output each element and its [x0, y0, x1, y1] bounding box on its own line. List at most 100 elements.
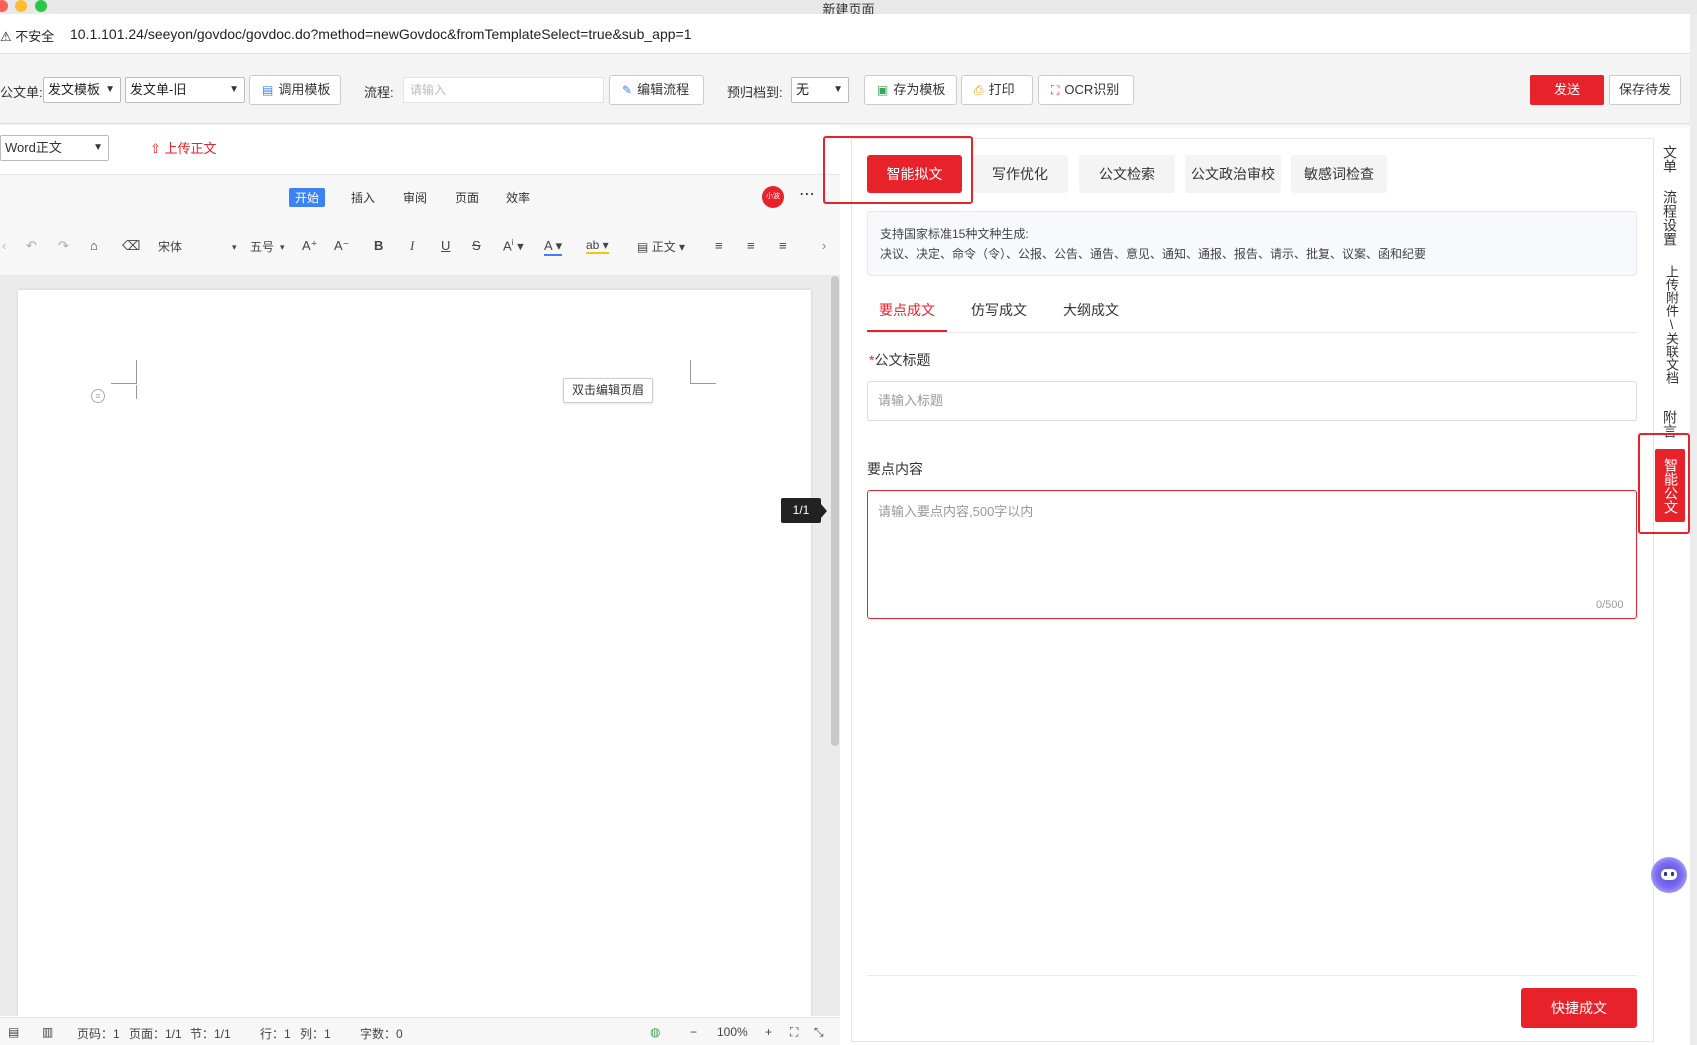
- tab-page[interactable]: 页面: [449, 188, 485, 207]
- header-edit-tip: 双击编辑页眉: [563, 378, 653, 403]
- archive-value: 无: [796, 82, 810, 97]
- editor-scrollbar[interactable]: [831, 276, 839, 746]
- side-tab-flow-settings[interactable]: 流程设置: [1659, 190, 1681, 246]
- strikethrough-icon[interactable]: S: [472, 238, 481, 253]
- more-icon[interactable]: ⋯: [794, 184, 820, 210]
- ocr-label: OCR识别: [1064, 82, 1120, 97]
- side-tab-form[interactable]: 文单: [1659, 145, 1681, 173]
- flow-input[interactable]: 请输入: [403, 77, 604, 103]
- security-warning[interactable]: ⚠ 不安全: [0, 26, 54, 45]
- tab-insert[interactable]: 插入: [345, 188, 381, 207]
- template-icon: ▤: [262, 83, 274, 97]
- tab-efficiency[interactable]: 效率: [500, 188, 536, 207]
- tab-imitate[interactable]: 仿写成文: [959, 299, 1039, 333]
- security-warning-label: 不安全: [15, 29, 55, 44]
- chevron-down-icon[interactable]: ▾: [280, 242, 285, 253]
- outline-icon[interactable]: ▤: [8, 1025, 19, 1039]
- browser-right-edge: [1690, 14, 1697, 1045]
- chevron-down-icon: ▼: [229, 84, 239, 95]
- style-icon: ▤: [637, 240, 649, 254]
- status-section: 节：1/1: [190, 1027, 231, 1041]
- document-page[interactable]: ≡: [18, 290, 811, 1030]
- page-indicator-arrow: [821, 504, 827, 518]
- robot-face: [1661, 869, 1677, 880]
- title-input[interactable]: 请输入标题: [867, 381, 1637, 421]
- save-pending-button[interactable]: 保存待发: [1609, 75, 1681, 105]
- font-color-icon[interactable]: A ▾: [544, 238, 563, 256]
- call-template-button[interactable]: ▤ 调用模板: [249, 75, 341, 105]
- eraser-icon[interactable]: ⌫: [122, 238, 140, 254]
- scroll-left-icon[interactable]: ‹: [2, 238, 6, 253]
- font-name-select[interactable]: 宋体: [158, 238, 182, 255]
- print-label: 打印: [988, 82, 1015, 97]
- zoom-level[interactable]: 100%: [717, 1025, 748, 1039]
- paragraph-style-select[interactable]: ▤ 正文 ▾: [637, 238, 685, 255]
- ai-assistant-icon[interactable]: [1651, 857, 1687, 893]
- tab-key-points[interactable]: 要点成文: [867, 299, 947, 332]
- print-button[interactable]: ⎙ 打印: [961, 75, 1033, 105]
- paragraph-handle-icon[interactable]: ≡: [91, 389, 105, 403]
- zoom-out-icon[interactable]: −: [690, 1025, 697, 1039]
- underline-icon[interactable]: U: [441, 238, 450, 253]
- format-painter-icon[interactable]: ⌂: [90, 238, 98, 253]
- undo-icon[interactable]: ↶: [26, 238, 37, 254]
- archive-label: 预归档到:: [727, 85, 783, 100]
- doc-type-value: 发文模板: [48, 82, 101, 97]
- sync-status-icon[interactable]: ◍: [650, 1025, 660, 1039]
- body-type-select[interactable]: Word正文 ▼: [0, 135, 109, 161]
- flow-label: 流程:: [364, 85, 394, 100]
- doc-type-select[interactable]: 发文模板 ▼: [43, 77, 121, 103]
- tab-doc-search[interactable]: 公文检索: [1079, 155, 1175, 193]
- tab-outline[interactable]: 大纲成文: [1051, 299, 1131, 333]
- doc-label: 公文单:: [0, 85, 43, 100]
- side-tab-attachments[interactable]: 上传附件\关联文档: [1659, 265, 1681, 384]
- tab-review[interactable]: 审阅: [397, 188, 433, 207]
- url-text[interactable]: 10.1.101.24/seeyon/govdoc/govdoc.do?meth…: [70, 26, 691, 42]
- upload-body-link[interactable]: ⇧ 上传正文: [150, 138, 217, 157]
- redo-icon[interactable]: ↷: [58, 238, 69, 254]
- address-bar[interactable]: ⚠ 不安全 10.1.101.24/seeyon/govdoc/govdoc.d…: [0, 14, 1697, 54]
- points-textarea[interactable]: 请输入要点内容,500字以内: [867, 490, 1637, 619]
- chevron-down-icon[interactable]: ▾: [232, 242, 237, 253]
- info-line-2: 决议、决定、命令（令）、公报、公告、通告、意见、通知、通报、报告、请示、批复、议…: [880, 247, 1427, 261]
- scroll-right-icon[interactable]: ›: [822, 238, 826, 253]
- tab-start[interactable]: 开始: [289, 188, 326, 207]
- edit-flow-button[interactable]: ✎ 编辑流程: [609, 75, 704, 105]
- doc-form-value: 发文单-旧: [130, 82, 187, 97]
- fullscreen-icon[interactable]: ⤡: [814, 1025, 824, 1040]
- tab-sensitive-check[interactable]: 敏感词检查: [1291, 155, 1387, 193]
- save-template-button[interactable]: ▣ 存为模板: [864, 75, 957, 105]
- archive-select[interactable]: 无 ▼: [791, 77, 849, 103]
- tab-writing-optimize[interactable]: 写作优化: [972, 155, 1068, 193]
- doc-form-select[interactable]: 发文单-旧 ▼: [125, 77, 245, 103]
- align-left-icon[interactable]: ≡: [715, 238, 723, 253]
- shrink-font-icon[interactable]: A⁻: [334, 238, 350, 254]
- panel-footer-divider: [867, 975, 1637, 976]
- chevron-down-icon: ▼: [93, 142, 103, 153]
- highlight-icon[interactable]: ab ▾: [586, 238, 609, 254]
- avatar[interactable]: 小波: [762, 186, 784, 208]
- send-button[interactable]: 发送: [1530, 75, 1604, 105]
- superscript-icon[interactable]: Ai ▾: [503, 238, 524, 254]
- doc-type-info: 支持国家标准15种文种生成: 决议、决定、命令（令）、公报、公告、通告、意见、通…: [867, 211, 1637, 276]
- window-titlebar: 新建页面: [0, 0, 1697, 17]
- margin-mark-top-left: [111, 360, 137, 384]
- quick-compose-button[interactable]: 快捷成文: [1521, 988, 1637, 1028]
- ocr-button[interactable]: ⛶ OCR识别: [1038, 75, 1134, 105]
- grow-font-icon[interactable]: A⁺: [302, 238, 318, 254]
- info-line-1: 支持国家标准15种文种生成:: [880, 227, 1029, 241]
- fit-page-icon[interactable]: ⛶: [790, 1025, 798, 1040]
- status-col: 列：1: [300, 1027, 331, 1041]
- align-center-icon[interactable]: ≡: [747, 238, 755, 253]
- status-pages: 页面：1/1: [129, 1027, 182, 1041]
- italic-icon[interactable]: I: [410, 238, 414, 254]
- upload-body-label: 上传正文: [164, 141, 217, 156]
- align-right-icon[interactable]: ≡: [779, 238, 787, 253]
- tab-political-review[interactable]: 公文政治审校: [1185, 155, 1281, 193]
- page-view-icon[interactable]: ▥: [42, 1025, 53, 1039]
- chevron-down-icon: ▼: [105, 84, 115, 95]
- zoom-in-icon[interactable]: +: [765, 1025, 772, 1039]
- editor-statusbar: [0, 1017, 840, 1045]
- font-size-select[interactable]: 五号: [250, 238, 274, 255]
- bold-icon[interactable]: B: [374, 238, 383, 253]
